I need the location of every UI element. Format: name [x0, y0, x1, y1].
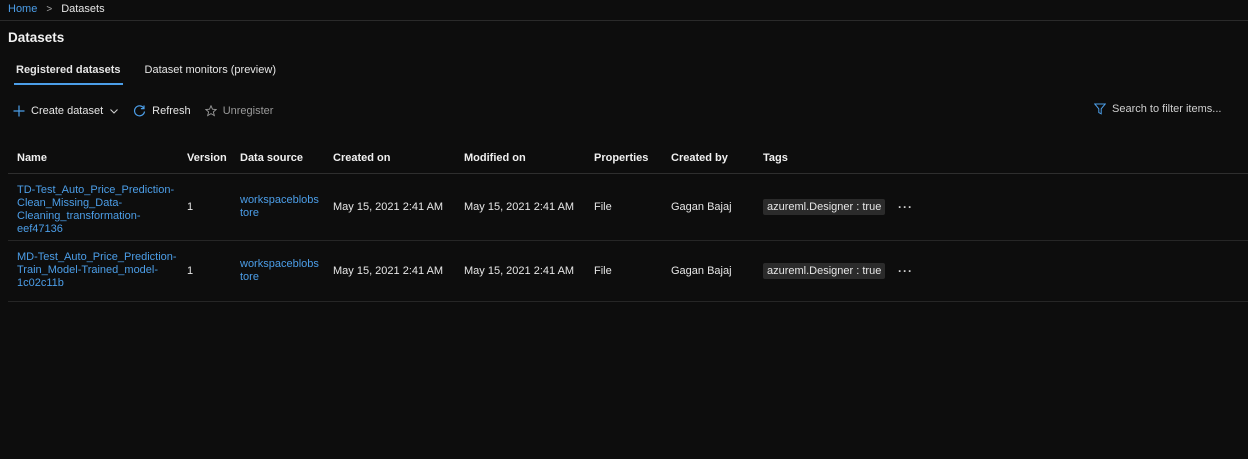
tab-dataset-monitors[interactable]: Dataset monitors (preview): [145, 64, 276, 85]
modified-on-cell: May 15, 2021 2:41 AM: [464, 201, 575, 213]
dataset-name-line: 1c02c11b: [17, 277, 64, 289]
table-row[interactable]: MD-Test_Auto_Price_Prediction- Train_Mod…: [8, 241, 1248, 302]
unregister-label: Unregister: [222, 104, 274, 117]
data-source-line: workspaceblobs: [240, 258, 319, 270]
dataset-name-link[interactable]: TD-Test_Auto_Price_Prediction- Clean_Mis…: [17, 184, 177, 236]
version-cell: 1: [187, 201, 194, 213]
tab-registered-datasets[interactable]: Registered datasets: [14, 64, 123, 85]
create-dataset-button[interactable]: Create dataset: [13, 105, 119, 117]
created-by-cell: Gagan Bajaj: [671, 201, 732, 213]
unregister-button[interactable]: Unregister: [204, 104, 274, 117]
created-on-cell: May 15, 2021 2:41 AM: [333, 201, 444, 213]
data-source-line: workspaceblobs: [240, 194, 319, 206]
page-title: Datasets: [8, 30, 65, 45]
more-options-icon[interactable]: ···: [898, 200, 913, 214]
column-header-version[interactable]: Version: [187, 152, 227, 164]
column-header-created-by[interactable]: Created by: [671, 152, 728, 164]
breadcrumb-home-link[interactable]: Home: [8, 3, 37, 15]
top-bar: Home > Datasets: [0, 0, 1248, 21]
column-header-created-on[interactable]: Created on: [333, 152, 390, 164]
created-on-cell: May 15, 2021 2:41 AM: [333, 265, 444, 277]
search-filter[interactable]: Search to filter items...: [1093, 103, 1221, 115]
table-row[interactable]: TD-Test_Auto_Price_Prediction- Clean_Mis…: [8, 174, 1248, 241]
data-source-link[interactable]: workspaceblobs tore: [240, 258, 322, 284]
dataset-name-line: TD-Test_Auto_Price_Prediction-: [17, 184, 175, 196]
breadcrumb-separator: >: [46, 3, 53, 15]
breadcrumb-current: Datasets: [61, 3, 105, 15]
data-source-link[interactable]: workspaceblobs tore: [240, 194, 322, 220]
dataset-name-line: eef47136: [17, 223, 63, 235]
dataset-name-line: MD-Test_Auto_Price_Prediction-: [17, 251, 177, 263]
refresh-button[interactable]: Refresh: [133, 104, 191, 117]
column-header-modified-on[interactable]: Modified on: [464, 152, 526, 164]
table-header: Name Version Data source Created on Modi…: [8, 147, 1248, 174]
star-icon: [204, 104, 218, 117]
toolbar: Create dataset Refresh Unregister: [13, 104, 273, 117]
modified-on-cell: May 15, 2021 2:41 AM: [464, 265, 575, 277]
data-source-line: tore: [240, 271, 259, 283]
chevron-down-icon: [109, 106, 119, 116]
breadcrumb: Home > Datasets: [8, 3, 105, 15]
dataset-name-line: Cleaning_transformation-: [17, 210, 141, 222]
properties-cell: File: [594, 265, 612, 277]
column-header-tags[interactable]: Tags: [763, 152, 788, 164]
tag-badge: azureml.Designer : true: [763, 199, 886, 215]
tab-bar: Registered datasets Dataset monitors (pr…: [14, 64, 276, 85]
filter-icon: [1093, 103, 1107, 115]
column-header-properties[interactable]: Properties: [594, 152, 648, 164]
create-dataset-label: Create dataset: [31, 104, 104, 117]
version-cell: 1: [187, 265, 194, 277]
dataset-name-line: Clean_Missing_Data-: [17, 197, 123, 209]
dataset-name-line: Train_Model-Trained_model-: [17, 264, 159, 276]
more-options-icon[interactable]: ···: [898, 264, 913, 278]
properties-cell: File: [594, 201, 612, 213]
datasets-table: Name Version Data source Created on Modi…: [8, 147, 1248, 302]
refresh-icon: [133, 104, 146, 117]
search-input[interactable]: Search to filter items...: [1112, 103, 1221, 115]
data-source-line: tore: [240, 207, 259, 219]
refresh-label: Refresh: [152, 104, 191, 117]
column-header-data-source[interactable]: Data source: [240, 152, 322, 164]
created-by-cell: Gagan Bajaj: [671, 265, 732, 277]
dataset-name-link[interactable]: MD-Test_Auto_Price_Prediction- Train_Mod…: [17, 251, 177, 290]
plus-icon: [13, 105, 25, 117]
column-header-name[interactable]: Name: [17, 152, 177, 164]
tag-badge: azureml.Designer : true: [763, 263, 886, 279]
